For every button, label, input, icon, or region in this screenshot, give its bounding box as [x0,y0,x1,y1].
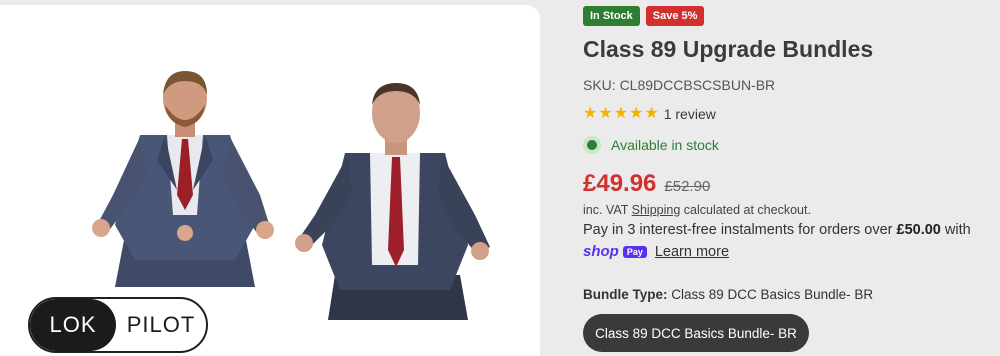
vat-suffix: calculated at checkout. [680,203,811,217]
instalments-prefix: Pay in 3 interest-free instalments for o… [583,222,897,238]
lokpilot-logo: LOK PILOT [28,297,208,353]
instalments-amount: £50.00 [896,222,941,238]
bundle-option-button[interactable]: Class 89 DCC Basics Bundle- BR [583,314,809,352]
product-badges: In Stock Save 5% [583,6,705,26]
star-icon: ★ [644,105,659,122]
availability-dot-icon [583,136,601,154]
availability-status: Available in stock [583,136,719,154]
driver-figure-right [295,83,490,320]
shop-pay-row: shop Pay Learn more [583,243,729,260]
shop-pay-pill: Pay [622,245,647,258]
product-sku: SKU: CL89DCCBSCSBUN-BR [583,77,776,93]
shipping-link[interactable]: Shipping [632,203,681,217]
review-count-link[interactable]: 1 review [664,106,716,122]
learn-more-link[interactable]: Learn more [655,244,729,260]
vat-prefix: inc. VAT [583,203,632,217]
compare-at-price: £52.90 [664,178,711,195]
driver-figure-left [92,71,274,287]
tax-shipping-note: inc. VAT Shipping calculated at checkout… [583,203,811,217]
shop-pay-logo: shop [583,243,619,260]
save-badge: Save 5% [645,6,705,26]
availability-text: Available in stock [611,137,719,153]
star-icon: ★ [598,105,613,122]
bundle-type-label: Bundle Type: Class 89 DCC Basics Bundle-… [583,287,873,302]
bundle-type-heading: Bundle Type: [583,287,668,302]
logo-lok-text: LOK [30,299,116,351]
product-rating[interactable]: ★ ★ ★ ★ ★ 1 review [583,105,716,123]
logo-pilot-text: PILOT [126,312,196,337]
in-stock-badge: In Stock [583,6,640,26]
instalments-suffix: with [940,222,971,238]
product-image[interactable]: LOK PILOT [0,5,540,356]
price-block: £49.96 £52.90 [583,170,710,198]
product-title: Class 89 Upgrade Bundles [583,36,874,62]
bundle-type-value: Class 89 DCC Basics Bundle- BR [671,287,874,302]
instalments-note: Pay in 3 interest-free instalments for o… [583,222,971,238]
star-icon: ★ [583,105,598,122]
star-icon: ★ [629,105,644,122]
sale-price: £49.96 [583,170,657,197]
star-icon: ★ [613,105,629,122]
